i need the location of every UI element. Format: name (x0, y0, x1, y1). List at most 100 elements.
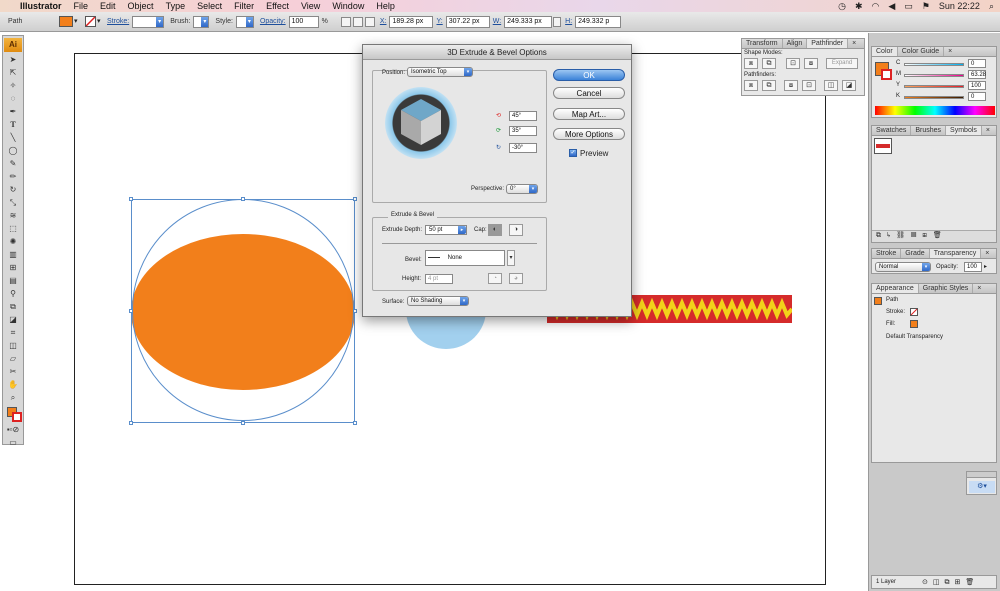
bevel-in-button[interactable]: ◕ (509, 273, 523, 284)
new-symbol-icon[interactable]: ⊞ (922, 232, 932, 239)
tab-stroke[interactable]: Stroke (872, 249, 902, 258)
stroke-dropdown-icon[interactable]: ▾ (97, 17, 103, 27)
preview-checkbox[interactable]: ✓ (569, 149, 577, 157)
dialog-title[interactable]: 3D Extrude & Bevel Options (363, 45, 631, 60)
opacity-arrow-icon[interactable]: ▸ (984, 263, 987, 270)
wifi-icon[interactable]: ◠ (872, 1, 880, 12)
panel-close-icon[interactable]: × (981, 249, 993, 258)
blend-tool-icon[interactable]: ⧉ (4, 301, 22, 313)
bevel-menu-button[interactable]: ▾ (507, 250, 515, 266)
menu-type[interactable]: Type (160, 1, 192, 11)
ok-button[interactable]: OK (553, 69, 625, 81)
make-clip-mask-icon[interactable]: ◫ (933, 579, 945, 586)
cap-on-button[interactable]: ◐ (488, 224, 502, 236)
menu-edit[interactable]: Edit (94, 1, 122, 11)
mesh-tool-icon[interactable]: ⊞ (4, 262, 22, 274)
black-slider[interactable] (904, 96, 964, 99)
tab-color-guide[interactable]: Color Guide (898, 47, 945, 56)
rotate-x-field[interactable]: 45° (509, 111, 537, 121)
transform-reference-icon[interactable] (352, 16, 363, 27)
track-cube-widget[interactable] (385, 87, 457, 159)
appearance-fill-swatch[interactable] (910, 320, 918, 328)
gradient-tool-icon[interactable]: ▤ (4, 275, 22, 287)
tab-graphic-styles[interactable]: Graphic Styles (919, 284, 974, 293)
symbol-thumbnail[interactable] (874, 138, 892, 154)
selection-bounding-box[interactable] (131, 199, 355, 423)
transparency-opacity-field[interactable]: 100 (964, 262, 982, 272)
preview-label[interactable]: Preview (580, 149, 608, 158)
resize-handle[interactable] (129, 421, 133, 425)
color-stroke-swatch[interactable] (881, 69, 892, 80)
constrain-link-icon[interactable] (553, 16, 562, 27)
grid-icon[interactable] (364, 16, 375, 27)
menu-effect[interactable]: Effect (260, 1, 295, 11)
yellow-field[interactable]: 100 (968, 81, 986, 90)
color-mode-buttons[interactable]: ▪▫⊘ (4, 424, 22, 436)
zoom-tool-icon[interactable]: ⌕ (4, 392, 22, 404)
panel-close-icon[interactable]: × (982, 126, 994, 135)
menu-window[interactable]: Window (326, 1, 370, 11)
tab-transform[interactable]: Transform (742, 39, 783, 48)
blend-mode-popup[interactable]: Normal ▾ (875, 262, 931, 272)
fill-color-swatch[interactable] (59, 16, 73, 27)
resize-handle[interactable] (353, 197, 357, 201)
stroke-swatch[interactable] (12, 412, 22, 422)
minus-back-icon[interactable]: ◪ (842, 80, 856, 91)
perspective-popup[interactable]: 0° ▾ (506, 184, 538, 194)
crop-icon[interactable]: ⊡ (802, 80, 816, 91)
style-dropdown[interactable]: ▾ (235, 15, 254, 28)
app-menu-illustrator[interactable]: Illustrator (14, 1, 68, 11)
width-field[interactable]: 249.333 px (504, 15, 553, 28)
rotate-y-field[interactable]: 35° (509, 126, 537, 136)
magenta-slider[interactable] (904, 74, 964, 77)
tab-swatches[interactable]: Swatches (872, 126, 912, 135)
resize-handle[interactable] (129, 197, 133, 201)
cyan-field[interactable]: 0 (968, 59, 986, 68)
stroke-color-swatch[interactable] (85, 16, 96, 27)
extrude-depth-field[interactable]: 50 pt ▸ (425, 225, 467, 235)
menu-file[interactable]: File (68, 1, 95, 11)
map-art-button[interactable]: Map Art... (553, 108, 625, 120)
bluetooth-icon[interactable]: ✱ (855, 1, 863, 12)
minus-front-icon[interactable]: ⧉ (762, 58, 776, 69)
new-sublayer-icon[interactable]: ⧉ (945, 579, 955, 586)
height-field[interactable]: 249.332 p (575, 15, 622, 28)
magic-wand-tool-icon[interactable]: ✧ (4, 80, 22, 92)
place-symbol-icon[interactable]: ↳ (887, 232, 896, 239)
outline-icon[interactable]: ◫ (824, 80, 838, 91)
pen-tool-icon[interactable]: ✒ (4, 106, 22, 118)
break-link-icon[interactable]: ⛓ (896, 232, 911, 239)
opacity-label[interactable]: Opacity: (260, 18, 286, 25)
bevel-dropdown[interactable]: None (425, 250, 505, 266)
tab-color[interactable]: Color (872, 47, 898, 56)
cancel-button[interactable]: Cancel (553, 87, 625, 99)
merge-icon[interactable]: ⧇ (784, 80, 798, 91)
tab-gradient[interactable]: Grade (901, 249, 930, 258)
resize-handle[interactable] (129, 309, 133, 313)
bevel-out-button[interactable]: ◔ (488, 273, 502, 284)
height-field[interactable]: 4 pt (425, 274, 453, 284)
menu-view[interactable]: View (295, 1, 326, 11)
spotlight-icon[interactable]: ⌕ (989, 1, 994, 12)
cyan-slider[interactable] (904, 63, 964, 66)
align-icon[interactable] (340, 16, 351, 27)
screen-mode-icon[interactable]: ▭ (4, 437, 22, 449)
ellipse-tool-icon[interactable]: ◯ (4, 145, 22, 157)
selection-tool-icon[interactable]: ➤ (4, 54, 22, 66)
x-field[interactable]: 189.28 px (389, 15, 434, 28)
resize-handle[interactable] (353, 309, 357, 313)
delete-symbol-icon[interactable]: 🗑 (933, 232, 948, 239)
tab-align[interactable]: Align (783, 39, 808, 48)
y-label[interactable]: Y: (436, 18, 442, 25)
fill-dropdown-icon[interactable]: ▾ (74, 17, 80, 27)
tab-brushes[interactable]: Brushes (911, 126, 947, 135)
slice-tool-icon[interactable]: ◫ (4, 340, 22, 352)
scale-tool-icon[interactable]: ⤡ (4, 197, 22, 209)
paintbrush-tool-icon[interactable]: ✎ (4, 158, 22, 170)
brush-dropdown[interactable]: ▾ (193, 15, 210, 28)
symbol-sprayer-tool-icon[interactable]: ✺ (4, 236, 22, 248)
lasso-tool-icon[interactable]: ◌ (4, 93, 22, 105)
flag-icon[interactable]: ⚑ (922, 1, 930, 12)
cap-off-button[interactable]: ◑ (509, 224, 523, 236)
resize-handle[interactable] (241, 197, 245, 201)
